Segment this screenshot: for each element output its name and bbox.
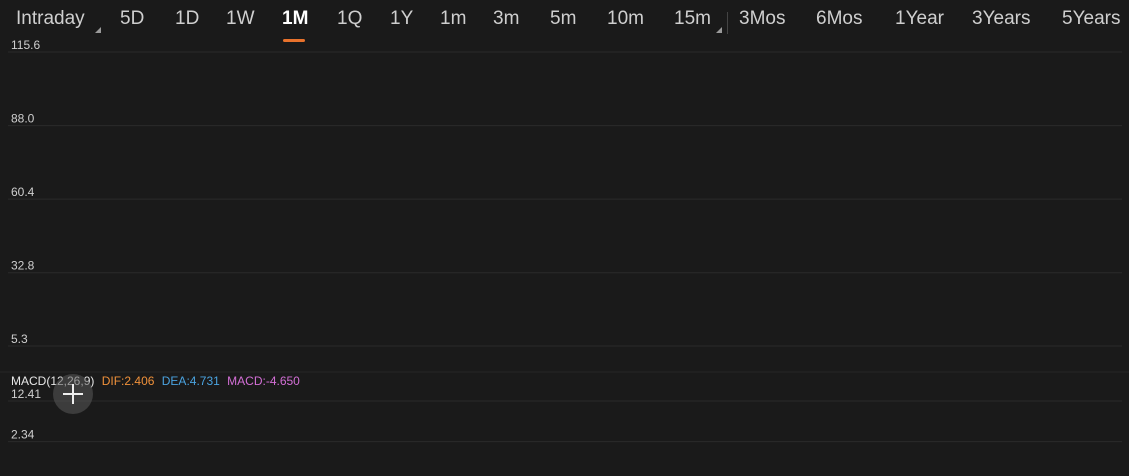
macd-legend-macd: MACD:-4.650 <box>227 374 300 388</box>
price-y-tick: 115.6 <box>11 38 40 52</box>
price-y-tick: 5.3 <box>11 332 28 346</box>
crosshair-icon[interactable] <box>53 374 93 414</box>
macd-legend-dif: DIF:2.406 <box>101 374 155 388</box>
stock-chart-app: Intraday 5D 1D 1W 1M 1Q 1Y 1m 3m 5m 10m 15m 3Mos 6Mos… <box>0 0 1129 476</box>
macd-y-tick: 12.41 <box>11 387 41 401</box>
macd-legend-dea: DEA:4.731 <box>161 374 220 388</box>
price-y-tick: 60.4 <box>11 185 35 199</box>
macd-y-tick: 2.34 <box>11 428 35 442</box>
chart-canvas[interactable]: 115.688.060.432.85.312.412.34Jan 2010Jan… <box>0 0 1129 476</box>
price-y-tick: 88.0 <box>11 112 35 126</box>
price-y-tick: 32.8 <box>11 259 35 273</box>
